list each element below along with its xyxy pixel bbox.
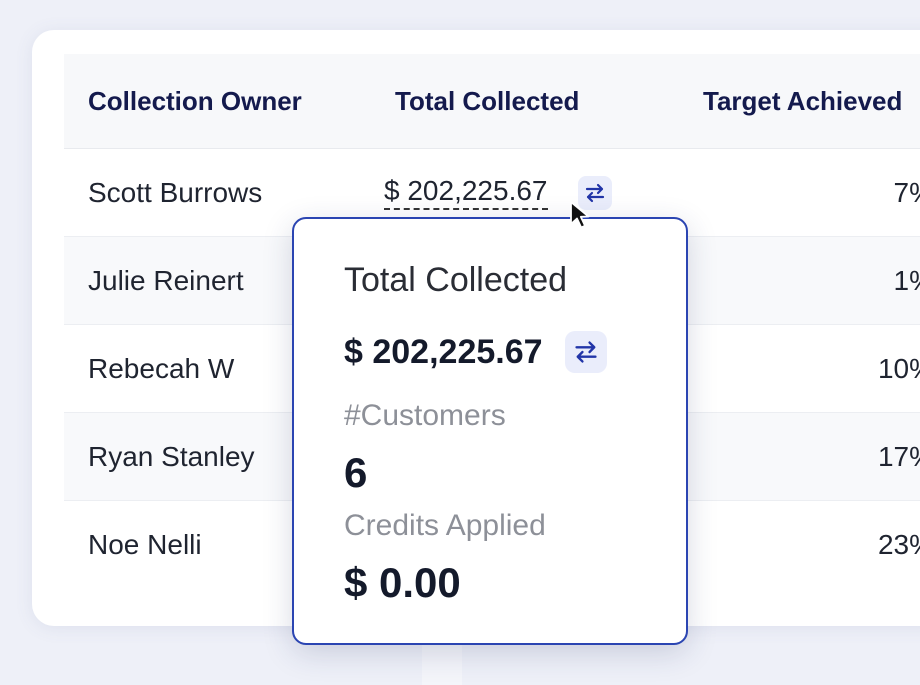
owner-cell: Scott Burrows <box>88 176 263 208</box>
customers-label: #Customers <box>344 399 506 432</box>
credits-applied-value: $ 0.00 <box>344 559 461 606</box>
table-header: Collection Owner Total Collected Target … <box>64 54 920 149</box>
target-achieved-cell: 7% <box>893 176 920 208</box>
owner-cell: Julie Reinert <box>88 264 244 296</box>
owner-cell: Rebecah W <box>88 352 235 384</box>
target-achieved-cell: 23% <box>877 528 920 560</box>
popover-title: Total Collected <box>344 261 568 299</box>
target-achieved-cell: 10% <box>877 352 920 384</box>
swap-arrows-icon[interactable] <box>564 331 607 373</box>
credits-applied-label: Credits Applied <box>344 509 546 542</box>
total-collected-popover: Total Collected $ 202,225.67 #Customers … <box>292 217 688 645</box>
target-achieved-cell: 1% <box>893 264 920 296</box>
owner-cell: Noe Nelli <box>88 528 202 560</box>
total-collected-value[interactable]: $ 202,225.67 <box>384 175 548 210</box>
card-connector <box>422 645 462 685</box>
mouse-pointer-icon <box>570 201 590 229</box>
customers-value: 6 <box>344 449 368 496</box>
popover-amount: $ 202,225.67 <box>344 332 543 371</box>
column-header-target[interactable]: Target Achieved <box>703 54 902 148</box>
target-achieved-cell: 17% <box>877 440 920 472</box>
popover-amount-row: $ 202,225.67 <box>344 331 607 373</box>
column-header-total[interactable]: Total Collected <box>395 54 579 148</box>
owner-cell: Ryan Stanley <box>88 440 255 472</box>
column-header-owner[interactable]: Collection Owner <box>88 54 302 148</box>
